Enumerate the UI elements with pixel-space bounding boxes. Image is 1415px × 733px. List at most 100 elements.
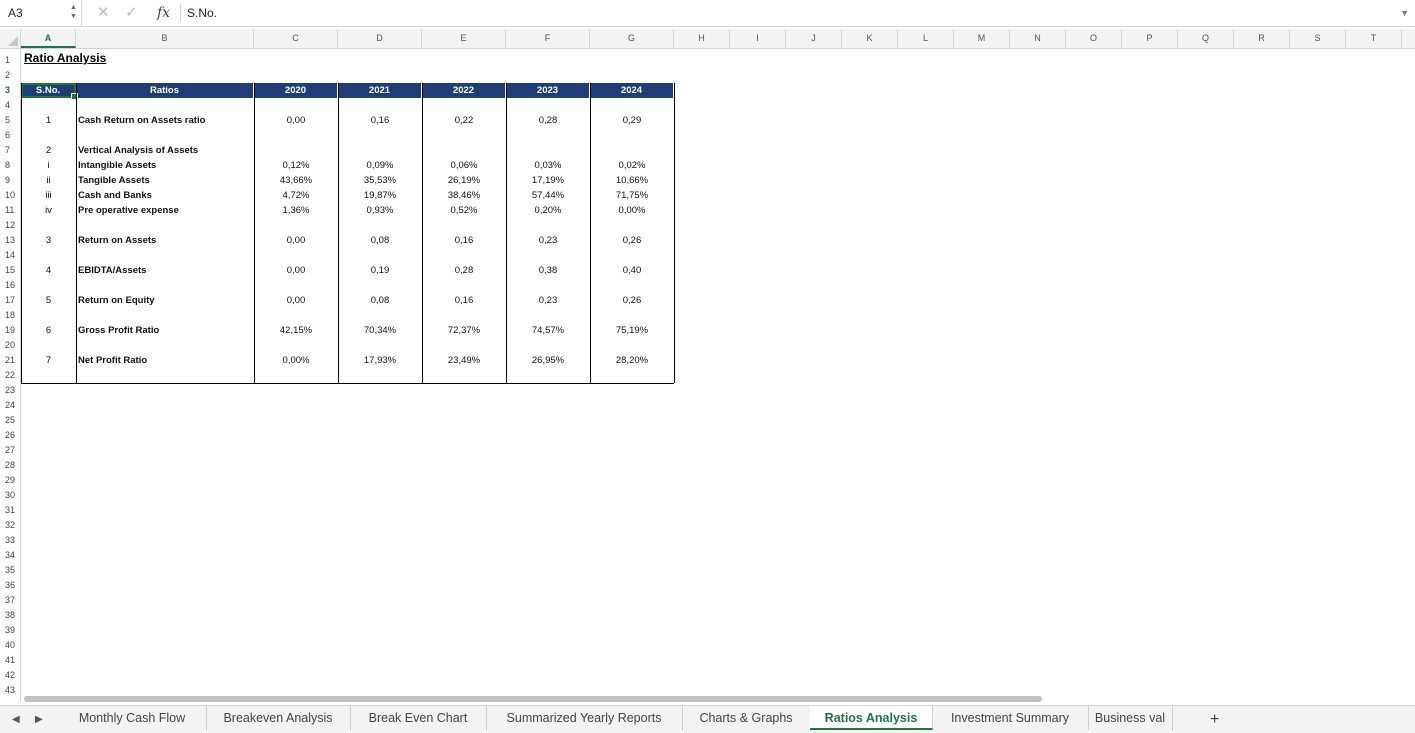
tab-business-val[interactable]: Business val: [1088, 706, 1173, 730]
row-header-30[interactable]: 30: [0, 488, 20, 503]
row-header-27[interactable]: 27: [0, 443, 20, 458]
row-header-2[interactable]: 2: [0, 68, 20, 83]
selected-cell[interactable]: [21, 83, 78, 100]
ratio-value-2024: 0,40: [622, 265, 642, 276]
ratio-value-2022: 26,19%: [447, 175, 481, 186]
horizontal-scrollbar[interactable]: [24, 696, 1042, 702]
name-box-arrows-icon[interactable]: ▲ ▼: [70, 3, 77, 21]
tab-ratios-analysis[interactable]: Ratios Analysis: [810, 706, 933, 730]
row-header-35[interactable]: 35: [0, 563, 20, 578]
row-header-11[interactable]: 11: [0, 203, 20, 218]
ratio-value-2023: 0,28: [538, 115, 558, 126]
row-header-7[interactable]: 7: [0, 143, 20, 158]
tab-break-even-chart[interactable]: Break Even Chart: [350, 706, 487, 730]
tab-prev-icon[interactable]: ◀: [12, 706, 20, 733]
row-header-32[interactable]: 32: [0, 518, 20, 533]
row-header-26[interactable]: 26: [0, 428, 20, 443]
row-header-18[interactable]: 18: [0, 308, 20, 323]
row-header-28[interactable]: 28: [0, 458, 20, 473]
column-header-c[interactable]: C: [254, 29, 338, 48]
row-header-40[interactable]: 40: [0, 638, 20, 653]
row-header-15[interactable]: 15: [0, 263, 20, 278]
row-ratio-label: Cash Return on Assets ratio: [78, 115, 206, 126]
row-header-34[interactable]: 34: [0, 548, 20, 563]
row-header-24[interactable]: 24: [0, 398, 20, 413]
formula-input[interactable]: S.No.: [187, 0, 217, 26]
row-header-39[interactable]: 39: [0, 623, 20, 638]
column-header-bar: ABCDEFGHIJKLMNOPQRST: [0, 29, 1415, 49]
column-header-n[interactable]: N: [1010, 29, 1066, 48]
row-header-23[interactable]: 23: [0, 383, 20, 398]
row-header-37[interactable]: 37: [0, 593, 20, 608]
column-header-l[interactable]: L: [898, 29, 954, 48]
tab-investment-summary[interactable]: Investment Summary: [932, 706, 1089, 730]
row-header-22[interactable]: 22: [0, 368, 20, 383]
row-header-42[interactable]: 42: [0, 668, 20, 683]
row-header-3[interactable]: 3: [0, 83, 20, 98]
row-header-4[interactable]: 4: [0, 98, 20, 113]
add-sheet-button[interactable]: +: [1210, 706, 1219, 733]
tab-breakeven-analysis[interactable]: Breakeven Analysis: [206, 706, 351, 730]
row-header-12[interactable]: 12: [0, 218, 20, 233]
column-header-g[interactable]: G: [590, 29, 674, 48]
row-sno: 3: [45, 235, 52, 246]
table-header-row: S.No. Ratios 2020 2021 2022 2023 2024: [21, 83, 675, 98]
column-header-b[interactable]: B: [76, 29, 254, 48]
row-header-13[interactable]: 13: [0, 233, 20, 248]
row-header-14[interactable]: 14: [0, 248, 20, 263]
ratio-value-2024: 71,75%: [615, 190, 649, 201]
tab-next-icon[interactable]: ▶: [35, 706, 43, 733]
row-sno: 1: [45, 115, 52, 126]
column-header-i[interactable]: I: [730, 29, 786, 48]
row-header-38[interactable]: 38: [0, 608, 20, 623]
column-header-m[interactable]: M: [954, 29, 1010, 48]
column-header-o[interactable]: O: [1066, 29, 1122, 48]
column-header-f[interactable]: F: [506, 29, 590, 48]
expand-formula-bar-icon[interactable]: ▼: [1400, 0, 1409, 26]
row-header-10[interactable]: 10: [0, 188, 20, 203]
cancel-icon[interactable]: ✕: [97, 0, 110, 26]
row-header-29[interactable]: 29: [0, 473, 20, 488]
column-header-a[interactable]: A: [21, 29, 76, 48]
tab-charts-graphs[interactable]: Charts & Graphs: [682, 706, 811, 730]
column-header-r[interactable]: R: [1234, 29, 1290, 48]
fx-icon[interactable]: fx: [157, 0, 170, 26]
row-header-5[interactable]: 5: [0, 113, 20, 128]
row-header-31[interactable]: 31: [0, 503, 20, 518]
row-sno: 5: [45, 295, 52, 306]
row-header-17[interactable]: 17: [0, 293, 20, 308]
row-header-6[interactable]: 6: [0, 128, 20, 143]
row-ratio-label: Return on Equity: [78, 295, 155, 306]
row-header-36[interactable]: 36: [0, 578, 20, 593]
tab-monthly-cash-flow[interactable]: Monthly Cash Flow: [58, 706, 207, 730]
column-header-t[interactable]: T: [1346, 29, 1402, 48]
select-all-corner[interactable]: [0, 29, 21, 48]
row-header-8[interactable]: 8: [0, 158, 20, 173]
spreadsheet-grid[interactable]: Ratio Analysis S.No. Ratios 2020 2021 2022 20…: [21, 49, 1415, 701]
confirm-icon[interactable]: ✓: [125, 0, 138, 26]
column-header-e[interactable]: E: [422, 29, 506, 48]
row-header-25[interactable]: 25: [0, 413, 20, 428]
column-header-s[interactable]: S: [1290, 29, 1346, 48]
ratio-value-2023: 0,03%: [534, 160, 562, 171]
row-header-19[interactable]: 19: [0, 323, 20, 338]
row-header-16[interactable]: 16: [0, 278, 20, 293]
row-header-9[interactable]: 9: [0, 173, 20, 188]
column-header-j[interactable]: J: [786, 29, 842, 48]
column-header-k[interactable]: K: [842, 29, 898, 48]
row-header-20[interactable]: 20: [0, 338, 20, 353]
row-header-21[interactable]: 21: [0, 353, 20, 368]
ratio-value-2024: 28,20%: [615, 355, 649, 366]
row-header-33[interactable]: 33: [0, 533, 20, 548]
ratio-value-2021: 0,09%: [366, 160, 394, 171]
column-header-p[interactable]: P: [1122, 29, 1178, 48]
row-header-41[interactable]: 41: [0, 653, 20, 668]
row-header-43[interactable]: 43: [0, 683, 20, 698]
column-header-q[interactable]: Q: [1178, 29, 1234, 48]
tab-summarized-yearly-reports[interactable]: Summarized Yearly Reports: [486, 706, 683, 730]
ratio-value-2020: 0,00%: [282, 355, 310, 366]
row-header-1[interactable]: 1: [0, 53, 20, 68]
column-header-h[interactable]: H: [674, 29, 730, 48]
ratio-value-2024: 75,19%: [615, 325, 649, 336]
column-header-d[interactable]: D: [338, 29, 422, 48]
